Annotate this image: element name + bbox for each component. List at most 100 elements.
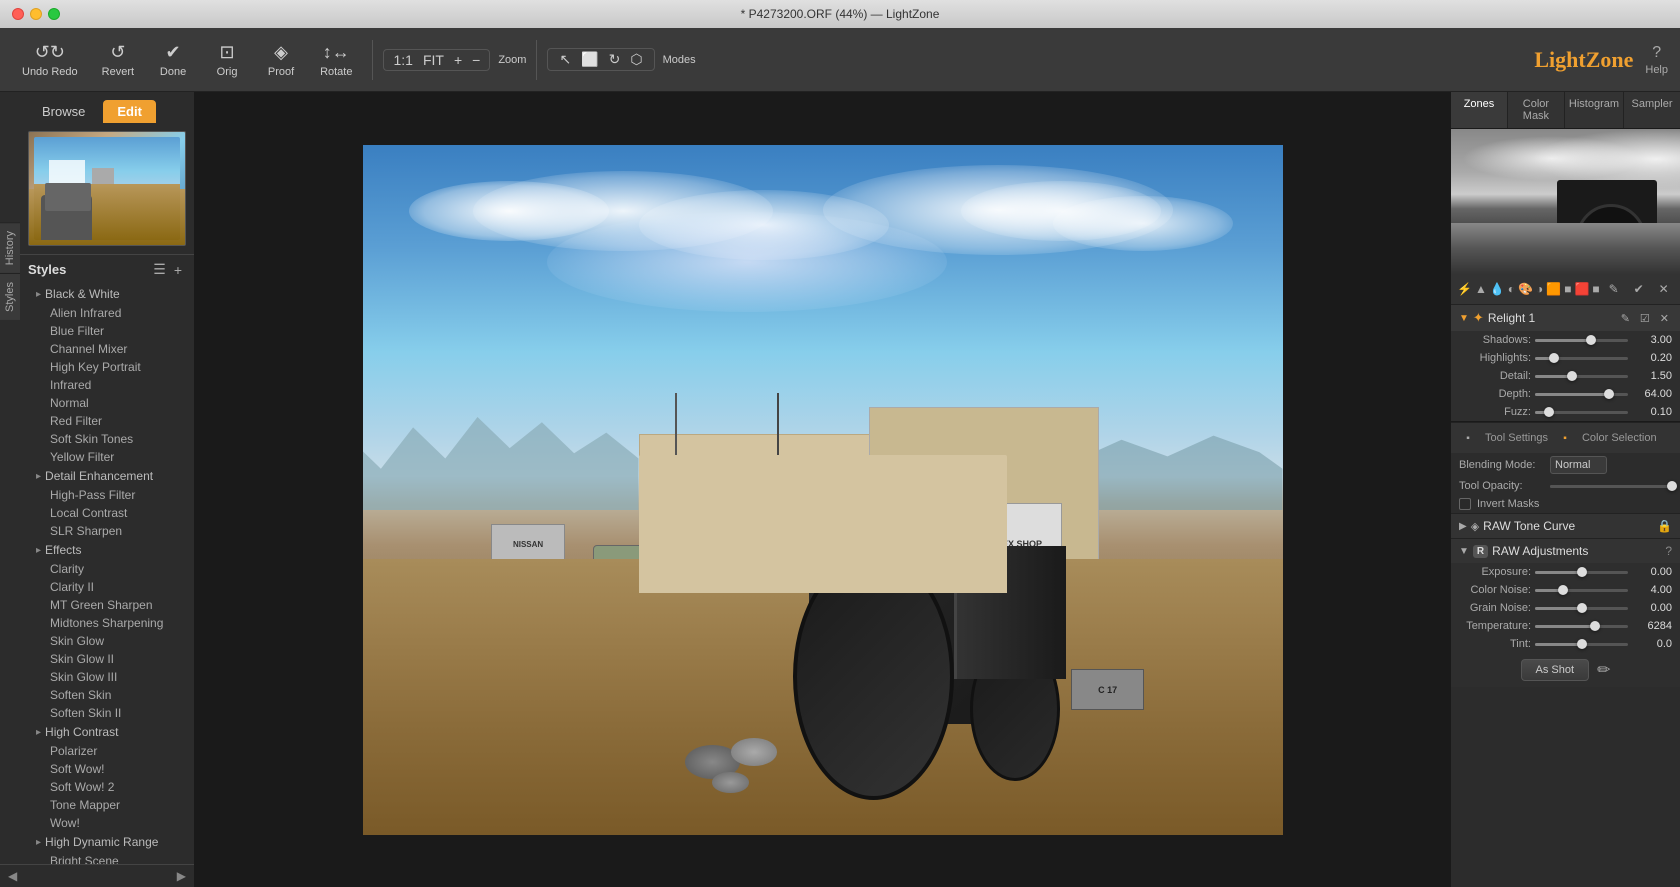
orig-button[interactable]: ⊡ Orig [202,38,252,82]
relight-btn-1[interactable]: ✎ [1618,312,1633,325]
style-normal-bw[interactable]: Normal [28,394,194,412]
style-wow[interactable]: Wow! [28,814,194,832]
tool-icon-6[interactable]: ◑ [1536,278,1543,300]
tool-icon-8[interactable]: ■ [1564,278,1571,300]
depth-slider[interactable] [1535,393,1628,396]
revert-button[interactable]: ↺ Revert [92,38,144,82]
tab-histogram[interactable]: Histogram [1565,92,1624,128]
edit-tab[interactable]: Edit [103,100,156,123]
style-skin-glow-iii[interactable]: Skin Glow III [28,668,194,686]
as-shot-button[interactable]: As Shot [1521,659,1590,681]
detail-slider[interactable] [1535,375,1628,378]
category-high-contrast[interactable]: ▸ High Contrast [28,722,194,742]
category-effects[interactable]: ▸ Effects [28,540,194,560]
eyedropper-button[interactable]: ✏ [1597,660,1610,680]
style-polarizer[interactable]: Polarizer [28,742,194,760]
tool-icon-4[interactable]: ◐ [1508,278,1515,300]
undo-redo-button[interactable]: ↺↻ Undo Redo [12,38,88,82]
raw-adjustments-header[interactable]: ▼ R RAW Adjustments ? [1451,538,1680,563]
tool-action-2[interactable]: ✔ [1628,278,1650,300]
close-button[interactable] [12,8,24,20]
browse-tab[interactable]: Browse [28,100,99,123]
style-yellow-filter[interactable]: Yellow Filter [28,448,194,466]
relight-btn-3[interactable]: ✕ [1657,312,1672,325]
tool-icon-10[interactable]: ■ [1592,278,1599,300]
category-black-white[interactable]: ▸ Black & White [28,284,194,304]
exposure-slider[interactable] [1535,571,1628,574]
relight-header[interactable]: ▼ ✦ Relight 1 ✎ ☑ ✕ [1451,305,1680,331]
raw-adj-help-icon[interactable]: ? [1665,544,1672,558]
invert-masks-checkbox[interactable] [1459,498,1471,510]
style-soft-wow[interactable]: Soft Wow! [28,760,194,778]
style-soft-wow-2[interactable]: Soft Wow! 2 [28,778,194,796]
zoom-in-button[interactable]: + [451,52,465,68]
raw-tone-curve-header[interactable]: ▶ ◈ RAW Tone Curve 🔒 [1451,513,1680,538]
grain-noise-slider[interactable] [1535,607,1628,610]
tab-color-mask[interactable]: Color Mask [1508,92,1565,128]
done-button[interactable]: ✔ Done [148,38,198,82]
window-controls[interactable] [12,8,60,20]
region-mode-button[interactable]: ⬡ [627,51,645,68]
fuzz-slider[interactable] [1535,411,1628,414]
zoom-fit-button[interactable]: FIT [420,52,447,68]
tint-slider[interactable] [1535,643,1628,646]
blending-mode-select[interactable]: Normal Multiply Screen Overlay Soft Ligh… [1550,456,1607,474]
minimize-button[interactable] [30,8,42,20]
tool-icon-5[interactable]: 🎨 [1518,278,1533,300]
scroll-left-arrow[interactable]: ◀ [8,869,17,883]
style-clarity[interactable]: Clarity [28,560,194,578]
tool-icon-3[interactable]: 💧 [1490,278,1505,300]
style-alien-infrared[interactable]: Alien Infrared [28,304,194,322]
color-selection-indicator: ▪ [1554,427,1576,449]
style-red-filter[interactable]: Red Filter [28,412,194,430]
style-channel-mixer[interactable]: Channel Mixer [28,340,194,358]
rotate-button[interactable]: ↕↔ Rotate [310,38,362,82]
style-midtones-sharpening[interactable]: Midtones Sharpening [28,614,194,632]
style-infrared[interactable]: Infrared [28,376,194,394]
proof-button[interactable]: ◈ Proof [256,38,306,82]
style-local-contrast[interactable]: Local Contrast [28,504,194,522]
style-soften-skin-ii[interactable]: Soften Skin II [28,704,194,722]
rotate-mode-button[interactable]: ↻ [606,51,624,68]
style-soft-skin-tones[interactable]: Soft Skin Tones [28,430,194,448]
maximize-button[interactable] [48,8,60,20]
style-slr-sharpen[interactable]: SLR Sharpen [28,522,194,540]
color-noise-slider[interactable] [1535,589,1628,592]
highlights-slider[interactable] [1535,357,1628,360]
styles-tab-vertical[interactable]: Styles [0,273,20,320]
style-high-pass-filter[interactable]: High-Pass Filter [28,486,194,504]
relight-btn-2[interactable]: ☑ [1637,312,1653,325]
style-tone-mapper[interactable]: Tone Mapper [28,796,194,814]
style-skin-glow[interactable]: Skin Glow [28,632,194,650]
crop-mode-button[interactable]: ⬜ [578,51,601,68]
styles-add-button[interactable]: + [172,261,184,278]
styles-list[interactable]: ▸ Black & White Alien Infrared Blue Filt… [0,284,194,864]
zoom-11-button[interactable]: 1:1 [390,52,415,68]
category-hdr[interactable]: ▸ High Dynamic Range [28,832,194,852]
history-tab[interactable]: History [0,222,20,273]
tool-action-3[interactable]: ✕ [1653,278,1675,300]
tab-zones[interactable]: Zones [1451,92,1508,128]
tool-icon-7[interactable]: 🟧 [1546,278,1561,300]
tool-icon-1[interactable]: ⚡ [1457,278,1472,300]
styles-list-view-button[interactable]: ☰ [151,261,168,278]
style-bright-scene[interactable]: Bright Scene [28,852,194,864]
style-clarity-ii[interactable]: Clarity II [28,578,194,596]
style-skin-glow-ii[interactable]: Skin Glow II [28,650,194,668]
shadows-slider[interactable] [1535,339,1628,342]
style-blue-filter[interactable]: Blue Filter [28,322,194,340]
temperature-slider[interactable] [1535,625,1628,628]
style-high-key-portrait[interactable]: High Key Portrait [28,358,194,376]
style-soften-skin[interactable]: Soften Skin [28,686,194,704]
tool-action-1[interactable]: ✎ [1603,278,1625,300]
zoom-out-button[interactable]: − [469,52,483,68]
style-mt-green-sharpen[interactable]: MT Green Sharpen [28,596,194,614]
tool-icon-9[interactable]: 🟥 [1574,278,1589,300]
category-detail-enhancement[interactable]: ▸ Detail Enhancement [28,466,194,486]
scroll-right-arrow[interactable]: ▶ [177,869,186,883]
select-mode-button[interactable]: ↖ [556,51,574,68]
help-button[interactable]: ? Help [1645,44,1668,76]
tool-opacity-slider[interactable] [1550,485,1672,488]
tab-sampler[interactable]: Sampler [1624,92,1680,128]
tool-icon-2[interactable]: ▲ [1475,278,1487,300]
